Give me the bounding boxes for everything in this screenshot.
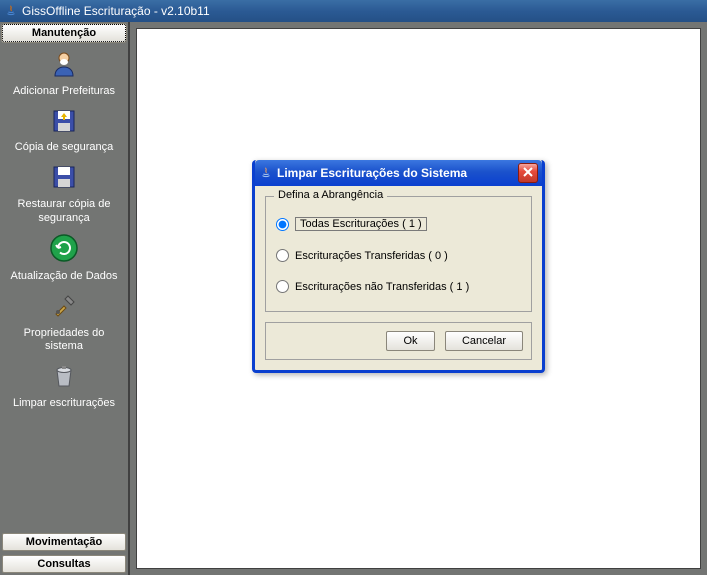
window-title: GissOffline Escrituração - v2.10b11 (22, 4, 210, 18)
sidebar-item-adicionar-prefeituras[interactable]: Adicionar Prefeituras (0, 48, 128, 101)
floppy-save-icon (4, 107, 124, 140)
radio-transferidas[interactable]: Escriturações Transferidas ( 0 ) (276, 249, 521, 262)
floppy-restore-icon (4, 163, 124, 196)
sidebar-item-label: Cópia de segurança (4, 141, 124, 155)
dialog-close-button[interactable] (518, 163, 538, 183)
dialog-titlebar: Limpar Escriturações do Sistema (255, 160, 542, 186)
tab-consultas[interactable]: Consultas (2, 555, 126, 573)
radio-input-nao-transferidas[interactable] (276, 280, 289, 293)
trash-icon (4, 362, 124, 395)
java-icon (4, 4, 18, 18)
tab-manutencao[interactable]: Manutenção (2, 24, 126, 42)
groupbox-abrangencia: Defina a Abrangência Todas Escriturações… (265, 196, 532, 312)
sidebar-item-copia-seguranca[interactable]: Cópia de segurança (0, 105, 128, 158)
cancel-button[interactable]: Cancelar (445, 331, 523, 351)
dialog-limpar-escrituracoes: Limpar Escriturações do Sistema Defina a… (252, 160, 545, 373)
radio-input-transferidas[interactable] (276, 249, 289, 262)
radio-label: Escriturações Transferidas ( 0 ) (295, 250, 448, 262)
user-add-icon (4, 50, 124, 83)
sidebar-items: Adicionar Prefeituras Cópia de segurança… (0, 44, 128, 531)
radio-nao-transferidas[interactable]: Escriturações não Transferidas ( 1 ) (276, 280, 521, 293)
refresh-green-icon (4, 233, 124, 268)
sidebar-item-propriedades-sistema[interactable]: Propriedades do sistema (0, 290, 128, 356)
java-icon (259, 166, 273, 180)
sidebar: Manutenção Adicionar Prefeituras Cópia d… (0, 22, 130, 575)
tab-movimentacao[interactable]: Movimentação (2, 533, 126, 551)
sidebar-item-label: Atualização de Dados (4, 270, 124, 284)
dialog-title: Limpar Escriturações do Sistema (277, 166, 518, 180)
ok-button[interactable]: Ok (386, 331, 434, 351)
sidebar-item-atualizacao-dados[interactable]: Atualização de Dados (0, 231, 128, 286)
radio-input-todas[interactable] (276, 218, 289, 231)
sidebar-item-label: Adicionar Prefeituras (4, 85, 124, 99)
sidebar-item-label: Restaurar cópia de segurança (4, 198, 124, 226)
sidebar-item-label: Propriedades do sistema (4, 327, 124, 355)
close-icon (523, 164, 533, 182)
radio-todas-escrituracoes[interactable]: Todas Escriturações ( 1 ) (276, 217, 521, 231)
dialog-button-bar: Ok Cancelar (265, 322, 532, 360)
groupbox-legend: Defina a Abrangência (274, 189, 387, 201)
sidebar-item-limpar-escrituracoes[interactable]: Limpar escriturações (0, 360, 128, 413)
main-titlebar: GissOffline Escrituração - v2.10b11 (0, 0, 707, 22)
sidebar-item-restaurar-copia[interactable]: Restaurar cópia de segurança (0, 161, 128, 227)
radio-label: Escriturações não Transferidas ( 1 ) (295, 281, 469, 293)
sidebar-item-label: Limpar escriturações (4, 397, 124, 411)
radio-label: Todas Escriturações ( 1 ) (295, 217, 427, 231)
tools-icon (4, 292, 124, 325)
